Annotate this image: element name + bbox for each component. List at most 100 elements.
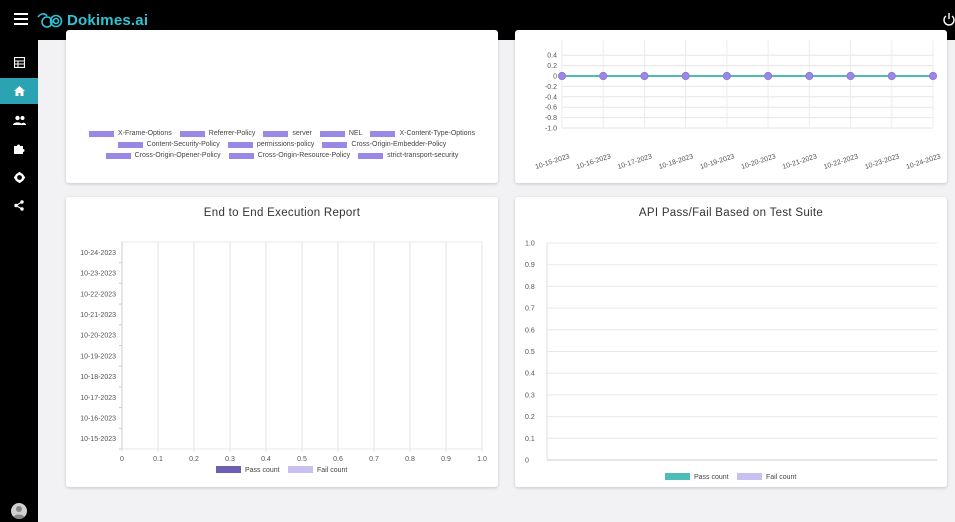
- menu-icon[interactable]: [14, 13, 28, 25]
- y-tick-label: -0.8: [545, 115, 557, 122]
- legend-label: Fail count: [317, 467, 347, 474]
- puzzle-icon: [13, 144, 24, 154]
- legend-label: Cross-Origin-Opener-Policy: [134, 152, 221, 159]
- x-tick-label: 10-17-2023: [617, 153, 653, 171]
- legend-swatch: [216, 466, 241, 473]
- sidebar-item-share[interactable]: [0, 192, 38, 218]
- y-tick-label: 0.3: [525, 392, 535, 399]
- y-tick-label: 10-17-2023: [80, 395, 116, 402]
- y-tick-label: 10-21-2023: [80, 312, 116, 319]
- legend-item[interactable]: Referrer-Policy: [179, 128, 255, 139]
- y-tick-label: 0.1: [525, 436, 535, 443]
- security-headers-legend: X-Frame-Options Referrer-Policy server NEL X…: [66, 128, 498, 161]
- legend-label: Cross-Origin-Embedder-Policy: [351, 141, 447, 148]
- legend-item[interactable]: NEL: [319, 128, 363, 139]
- legend-item[interactable]: Cross-Origin-Opener-Policy: [105, 150, 221, 161]
- data-point: [599, 71, 608, 81]
- y-tick-label: 0.4: [525, 371, 535, 378]
- y-tick-label: 0.9: [525, 262, 535, 269]
- sidebar-item-reports[interactable]: [0, 49, 38, 75]
- legend-swatch: [665, 473, 690, 480]
- data-point: [887, 71, 896, 81]
- legend-label: Content-Security-Policy: [146, 141, 220, 148]
- x-tick-label: 10-16-2023: [576, 153, 612, 171]
- power-icon[interactable]: [943, 12, 955, 26]
- x-tick-label: 0.5: [297, 456, 307, 463]
- y-tick-label: 10-18-2023: [80, 374, 116, 381]
- logo-icon: [37, 13, 63, 28]
- x-tick-label: 0.8: [405, 456, 415, 463]
- y-tick-label: -0.6: [545, 105, 557, 112]
- x-tick-label: 0.9: [441, 456, 451, 463]
- legend-swatch: [117, 141, 143, 148]
- legend-item[interactable]: X-Frame-Options: [89, 128, 172, 139]
- y-tick-label: 0.2: [525, 414, 535, 421]
- sidebar-item-home[interactable]: [0, 78, 38, 104]
- legend-label: strict-transport-security: [387, 152, 459, 159]
- x-tick-label: 0: [120, 456, 124, 463]
- legend-swatch: [322, 141, 348, 148]
- y-tick-label: 10-15-2023: [80, 436, 116, 443]
- data-point: [640, 71, 649, 81]
- legend-swatch: [228, 152, 254, 159]
- y-tick-label: 10-23-2023: [80, 271, 116, 278]
- legend-swatch: [288, 466, 313, 473]
- legend-item[interactable]: strict-transport-security: [358, 150, 458, 161]
- x-tick-label: 0.2: [189, 456, 199, 463]
- legend-item[interactable]: Content-Security-Policy: [117, 139, 220, 150]
- y-tick-label: 0.8: [525, 284, 535, 291]
- x-tick-label: 10-23-2023: [864, 153, 900, 171]
- data-point: [681, 71, 690, 81]
- legend-label: Pass count: [245, 467, 280, 474]
- legend-swatch: [319, 130, 345, 137]
- x-tick-label: 10-24-2023: [905, 153, 941, 171]
- legend-item[interactable]: Cross-Origin-Resource-Policy: [228, 150, 351, 161]
- legend-label: X-Content-Type-Options: [399, 130, 475, 137]
- share-icon: [14, 199, 24, 211]
- y-tick-label: 0.4: [547, 53, 557, 60]
- y-tick-label: 1.0: [525, 241, 535, 248]
- gear-icon: [13, 171, 25, 183]
- legend-label: Fail count: [766, 474, 796, 481]
- user-avatar-icon: [13, 506, 25, 519]
- data-point: [557, 71, 567, 81]
- security-headers-card: X-Frame-Options Referrer-Policy server NEL X…: [66, 30, 498, 183]
- legend-swatch: [89, 130, 115, 137]
- legend-label: NEL: [348, 130, 363, 137]
- x-tick-label: 1.0: [477, 456, 487, 463]
- legend-label: permissions-policy: [256, 141, 315, 148]
- legend-label: server: [292, 130, 312, 137]
- y-tick-label: 0: [553, 74, 557, 81]
- y-tick-label: 0.5: [525, 349, 535, 356]
- y-tick-label: 10-20-2023: [80, 333, 116, 340]
- y-tick-label: 10-19-2023: [80, 353, 116, 360]
- users-icon: [12, 115, 26, 125]
- legend-item[interactable]: permissions-policy: [227, 139, 315, 150]
- data-point: [764, 71, 773, 81]
- y-tick-label: 10-16-2023: [80, 415, 116, 422]
- sidebar-item-integrations[interactable]: [0, 135, 38, 161]
- legend-swatch: [358, 152, 384, 159]
- legend-swatch: [227, 141, 253, 148]
- x-tick-label: 10-18-2023: [658, 153, 694, 171]
- y-tick-label: 0.6: [525, 327, 535, 334]
- x-tick-label: 10-22-2023: [823, 153, 859, 171]
- sidebar-item-users[interactable]: [0, 107, 38, 133]
- user-avatar[interactable]: [11, 503, 27, 519]
- legend-swatch: [263, 130, 289, 137]
- x-tick-label: 0.4: [261, 456, 271, 463]
- x-tick-label: 10-19-2023: [699, 153, 735, 171]
- data-point: [928, 71, 938, 81]
- y-tick-label: 10-22-2023: [80, 291, 116, 298]
- legend-item[interactable]: server: [263, 128, 312, 139]
- legend-swatch: [370, 130, 396, 137]
- legend-item[interactable]: Cross-Origin-Embedder-Policy: [322, 139, 446, 150]
- table-icon: [13, 56, 25, 68]
- sidebar-item-settings[interactable]: [0, 164, 38, 190]
- x-tick-label: 10-15-2023: [534, 153, 570, 171]
- brand-logo[interactable]: Dokimes.ai: [36, 9, 148, 31]
- legend-label: Cross-Origin-Resource-Policy: [257, 152, 351, 159]
- legend-item[interactable]: X-Content-Type-Options: [370, 128, 475, 139]
- api-bar-chart: 1.0 0.9 0.8 0.7 0.6 0.5 0.4 0.3 0.2 0.1 0 Pass coun…: [525, 241, 937, 481]
- home-icon: [13, 86, 25, 96]
